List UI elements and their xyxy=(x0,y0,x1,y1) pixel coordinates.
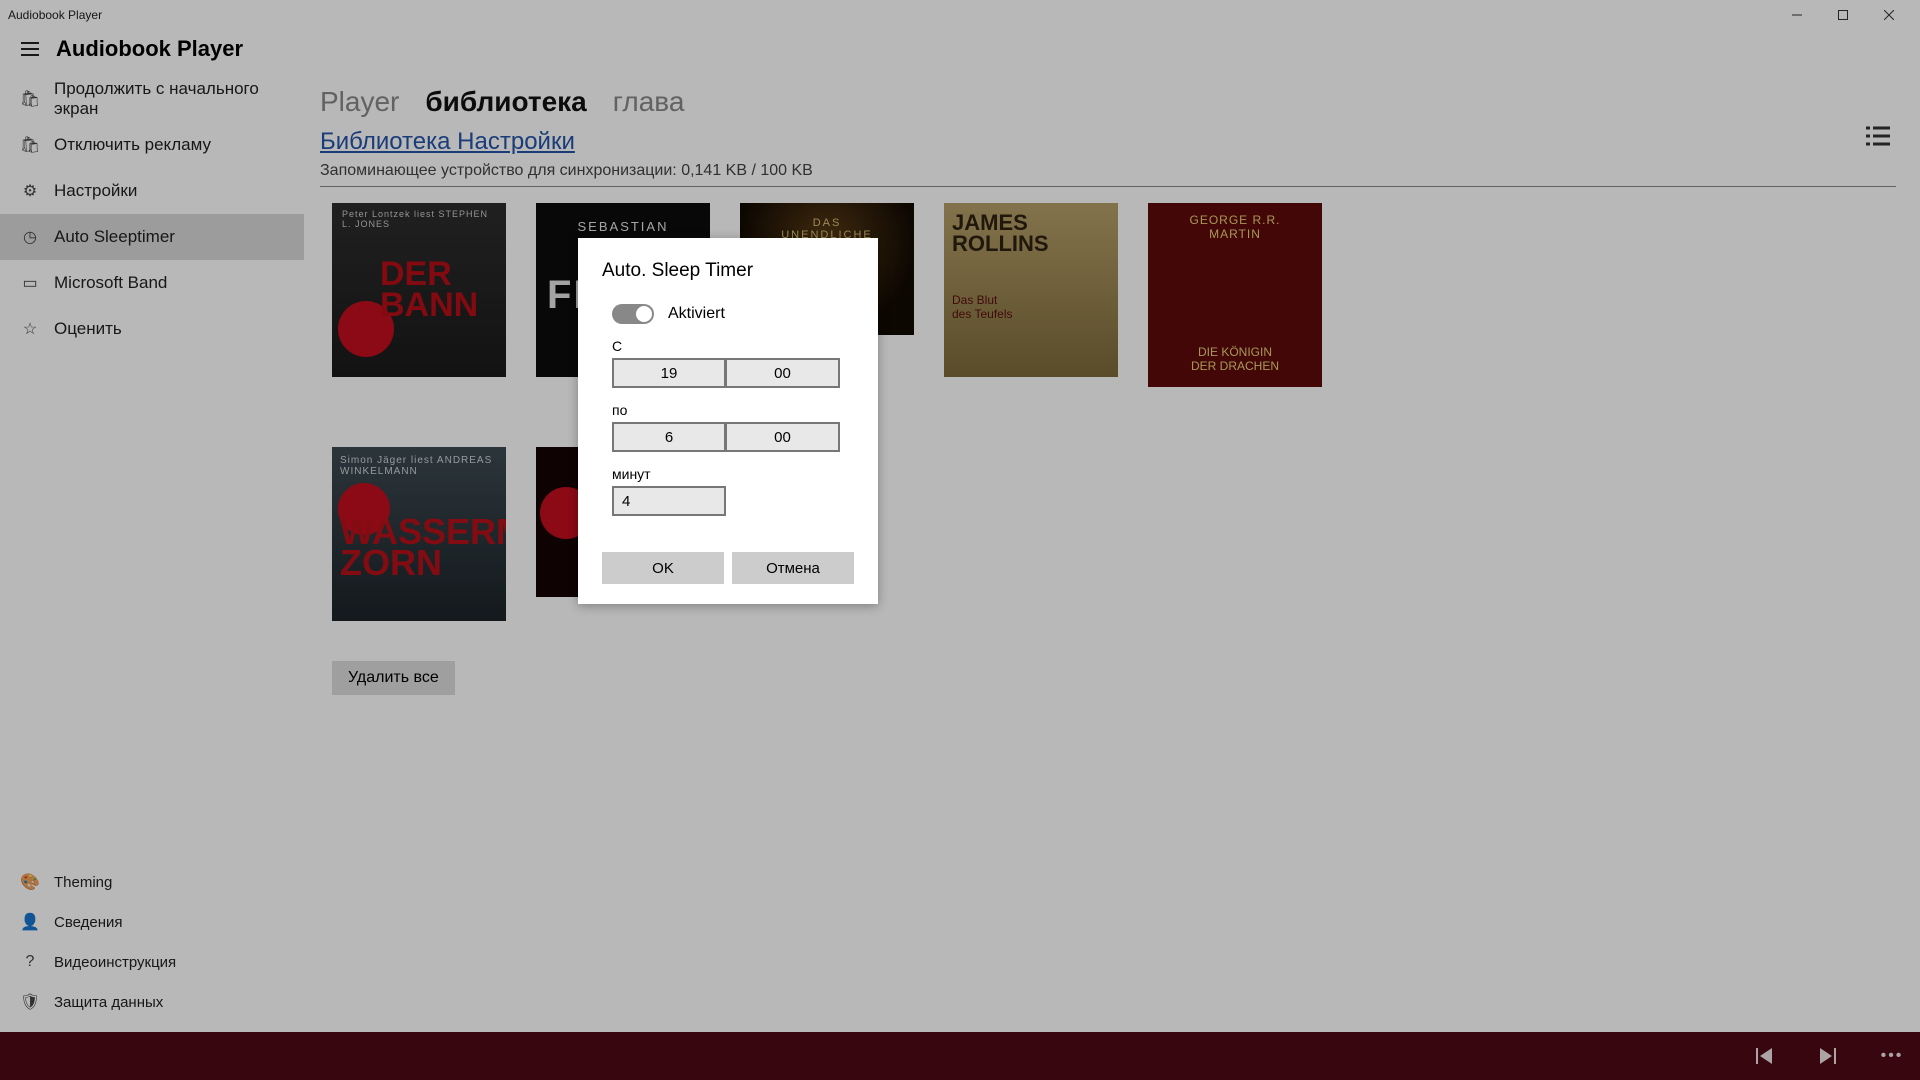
modal-overlay xyxy=(0,0,1920,1080)
to-hour-input[interactable] xyxy=(612,422,726,452)
ok-button[interactable]: OK xyxy=(602,552,724,584)
activate-toggle[interactable] xyxy=(612,304,654,324)
dialog-title: Auto. Sleep Timer xyxy=(602,260,854,282)
to-label: по xyxy=(612,402,854,418)
from-minute-input[interactable] xyxy=(726,358,840,388)
from-hour-input[interactable] xyxy=(612,358,726,388)
cancel-button[interactable]: Отмена xyxy=(732,552,854,584)
to-minute-input[interactable] xyxy=(726,422,840,452)
toggle-label: Aktiviert xyxy=(668,305,725,323)
from-label: С xyxy=(612,338,854,354)
minutes-label: минут xyxy=(612,466,854,482)
minutes-input[interactable] xyxy=(612,486,726,516)
sleep-timer-dialog: Auto. Sleep Timer Aktiviert С по минут O… xyxy=(578,238,878,604)
